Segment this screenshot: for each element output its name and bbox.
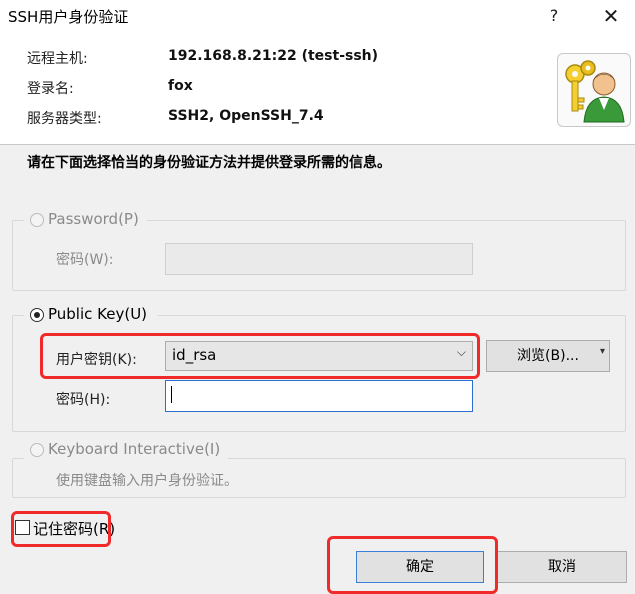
key-password-input[interactable]	[165, 380, 473, 412]
ok-button-highlight	[327, 536, 498, 594]
password-radio-label: Password(P)	[48, 210, 139, 228]
instruction-text: 请在下面选择恰当的身份验证方法并提供登录所需的信息。	[27, 155, 391, 171]
remote-host-value: 192.168.8.21:22 (test-ssh)	[168, 48, 379, 64]
header-divider	[0, 144, 635, 145]
help-button[interactable]: ?	[538, 4, 570, 28]
keyboard-interactive-radio-row[interactable]: Keyboard Interactive(I)	[24, 439, 228, 461]
login-label: 登录名:	[27, 81, 74, 97]
close-button[interactable]: ✕	[592, 4, 630, 28]
text-caret	[171, 386, 172, 403]
password-input[interactable]	[165, 243, 473, 275]
server-type-label: 服务器类型:	[27, 111, 102, 127]
dropdown-arrow-icon: ▾	[599, 346, 605, 357]
public-key-radio-label: Public Key(U)	[48, 305, 148, 323]
keys-user-icon	[557, 53, 631, 127]
remote-host-label: 远程主机:	[27, 51, 88, 67]
keyboard-interactive-radio[interactable]	[30, 443, 44, 457]
user-key-highlight	[40, 333, 480, 379]
server-type-value: SSH2, OpenSSH_7.4	[168, 108, 324, 124]
keyboard-interactive-description: 使用键盘输入用户身份验证。	[56, 473, 238, 489]
public-key-radio[interactable]	[30, 308, 44, 322]
password-radio[interactable]	[30, 213, 44, 227]
password-radio-row[interactable]: Password(P)	[24, 209, 147, 231]
password-field-label: 密码(W):	[56, 252, 114, 268]
cancel-button[interactable]: 取消	[497, 551, 627, 583]
browse-button-label: 浏览(B)...	[517, 348, 579, 364]
window-title: SSH用户身份验证	[8, 8, 129, 26]
browse-button[interactable]: 浏览(B)... ▾	[486, 340, 610, 372]
login-value: fox	[168, 78, 193, 94]
key-password-label: 密码(H):	[56, 392, 111, 408]
keyboard-interactive-radio-label: Keyboard Interactive(I)	[48, 440, 221, 458]
public-key-radio-row[interactable]: Public Key(U)	[24, 304, 158, 326]
remember-password-highlight	[11, 511, 111, 547]
